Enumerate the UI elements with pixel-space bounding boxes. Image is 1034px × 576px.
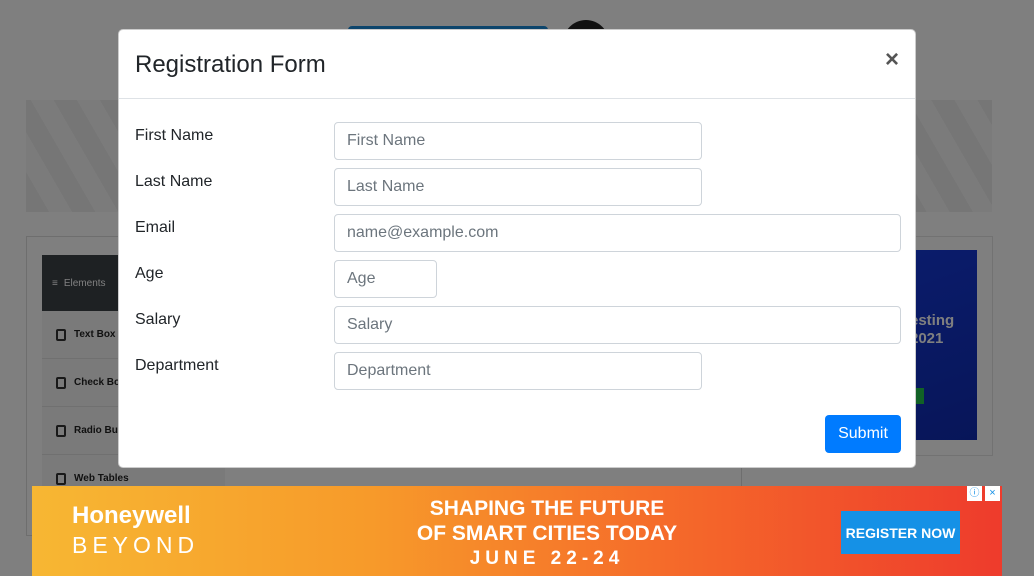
first-name-input[interactable]	[334, 122, 702, 160]
submit-button[interactable]: Submit	[825, 415, 901, 453]
age-label: Age	[135, 265, 164, 282]
ad-brand: Honeywell	[72, 502, 191, 529]
ad-date: JUNE 22-24	[469, 548, 625, 569]
register-now-button[interactable]: REGISTER NOW	[841, 511, 960, 554]
bottom-ad-banner[interactable]: Honeywell BEYOND SHAPING THE FUTURE OF S…	[32, 486, 1002, 576]
ad-headline: SHAPING THE FUTURE OF SMART CITIES TODAY…	[362, 496, 732, 571]
modal-title: Registration Form	[135, 51, 326, 78]
close-icon[interactable]: ×	[885, 48, 899, 72]
age-input[interactable]	[334, 260, 437, 298]
first-name-label: First Name	[135, 127, 214, 144]
registration-modal: Registration Form × First Name Last Name…	[118, 29, 916, 468]
last-name-input[interactable]	[334, 168, 702, 206]
department-input[interactable]	[334, 352, 702, 390]
salary-input[interactable]	[334, 306, 901, 344]
ad-brand-sub: BEYOND	[72, 532, 200, 558]
salary-label: Salary	[135, 311, 181, 328]
email-label: Email	[135, 219, 176, 236]
modal-header: Registration Form ×	[119, 30, 915, 99]
ad-headline-line: OF SMART CITIES TODAY	[416, 522, 678, 545]
info-icon[interactable]: ⓘ	[967, 486, 982, 501]
last-name-label: Last Name	[135, 173, 213, 190]
close-icon[interactable]: ×	[985, 486, 1000, 501]
department-label: Department	[135, 357, 219, 374]
email-input[interactable]	[334, 214, 901, 252]
ad-headline-line: SHAPING THE FUTURE	[429, 497, 665, 520]
